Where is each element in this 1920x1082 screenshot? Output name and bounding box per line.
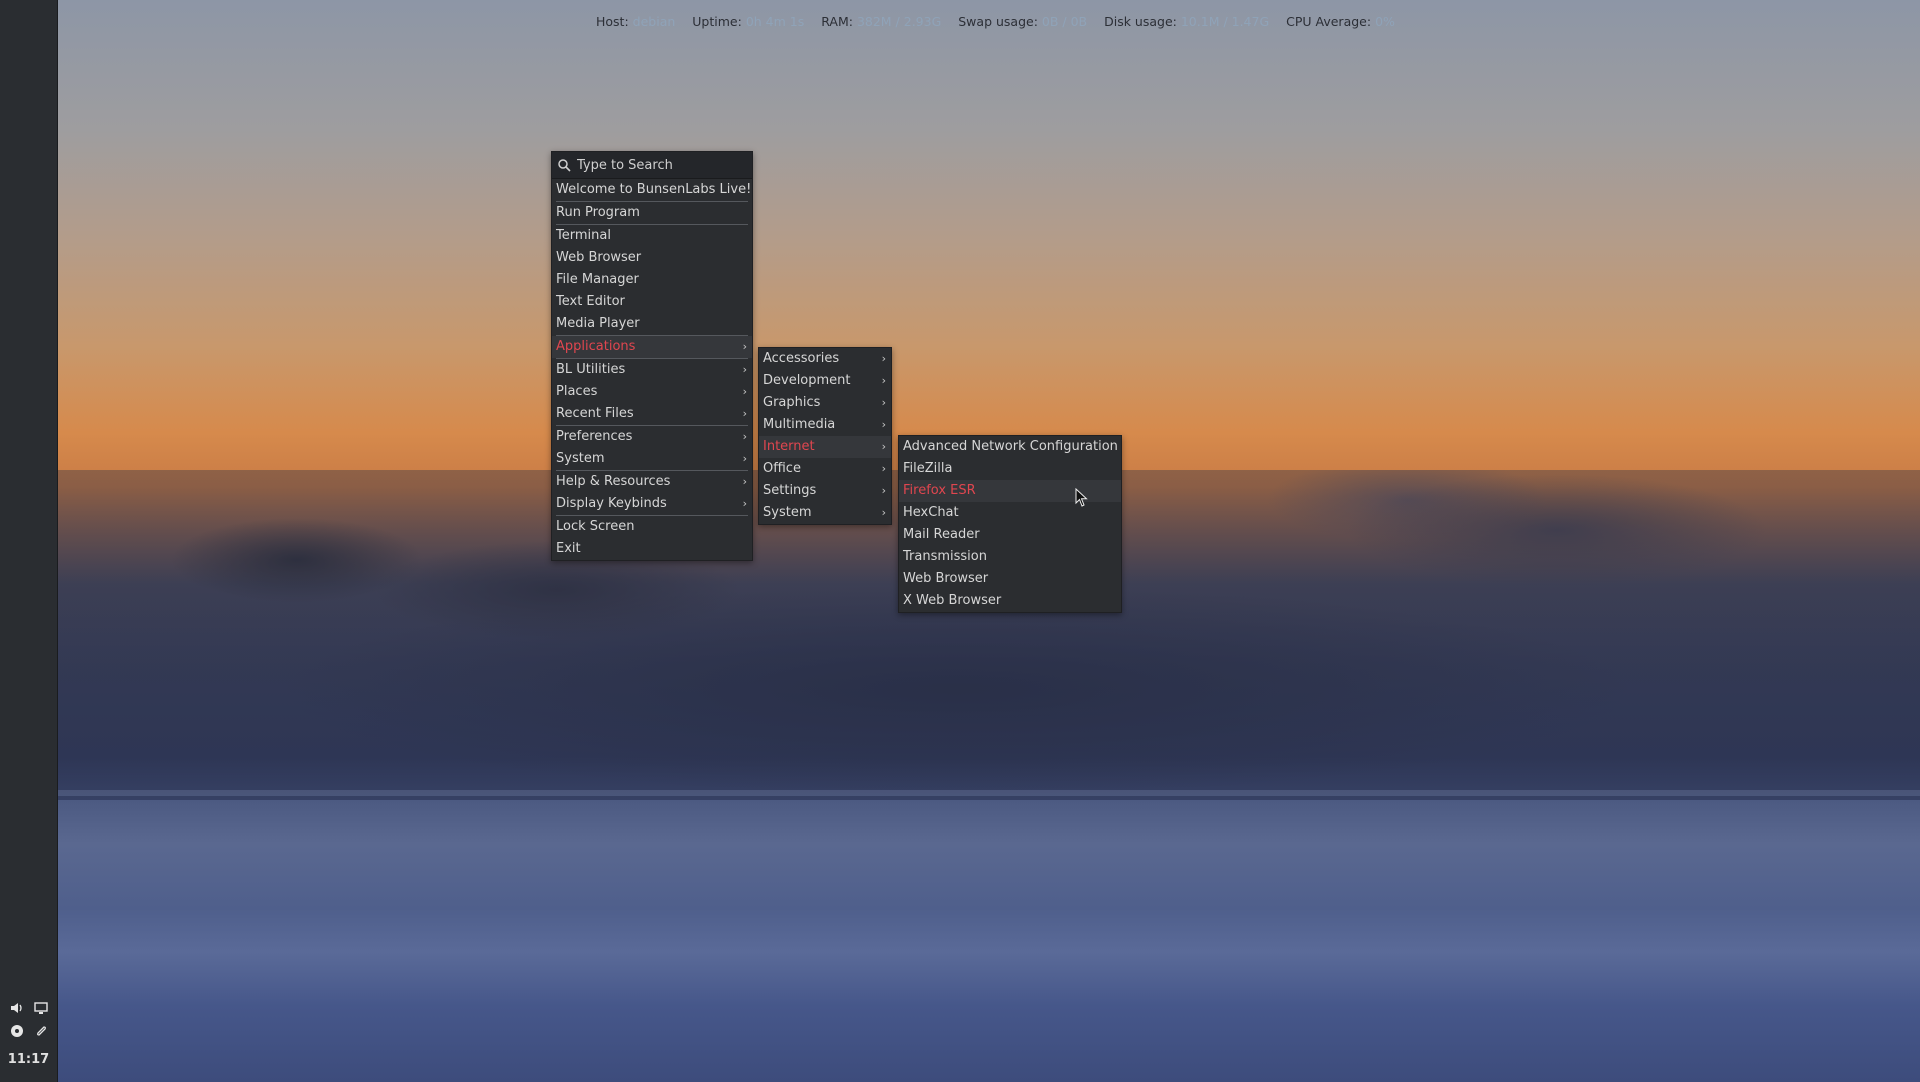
menu-item-welcome[interactable]: Welcome to BunsenLabs Live!	[552, 179, 752, 201]
menu-item-help-resources[interactable]: Help & Resources ›	[552, 471, 752, 493]
conky-swap-value: 0B / 0B	[1041, 14, 1088, 29]
conky-uptime-value: 0h 4m 1s	[745, 14, 805, 29]
internet-item-advanced-network[interactable]: Advanced Network Configuration	[899, 436, 1121, 458]
submenu-item-internet[interactable]: Internet ›	[759, 436, 891, 458]
chevron-right-icon: ›	[742, 497, 747, 510]
menu-item-label: Graphics	[763, 395, 821, 410]
tray-row-2	[0, 1023, 57, 1039]
conky-swap-label: Swap usage:	[958, 14, 1038, 29]
clipboard-icon[interactable]	[33, 1023, 49, 1039]
chevron-right-icon: ›	[881, 352, 886, 365]
menu-item-label: Help & Resources	[556, 474, 671, 489]
menu-item-label: Places	[556, 384, 598, 399]
root-menu: Welcome to BunsenLabs Live! Run Program …	[551, 151, 753, 561]
menu-item-file-manager[interactable]: File Manager	[552, 269, 752, 291]
conky-disk-label: Disk usage:	[1104, 14, 1177, 29]
network-icon[interactable]	[9, 1023, 25, 1039]
menu-item-label: Office	[763, 461, 801, 476]
menu-item-label: Development	[763, 373, 851, 388]
conky-host-label: Host:	[596, 14, 629, 29]
internet-item-x-web-browser[interactable]: X Web Browser	[899, 590, 1121, 612]
menu-item-run-program[interactable]: Run Program	[552, 202, 752, 224]
internet-submenu: Advanced Network Configuration FileZilla…	[898, 435, 1122, 613]
menu-item-label: Accessories	[763, 351, 840, 366]
chevron-right-icon: ›	[881, 418, 886, 431]
menu-item-label: Preferences	[556, 429, 633, 444]
menu-item-label: Multimedia	[763, 417, 836, 432]
chevron-right-icon: ›	[742, 452, 747, 465]
menu-item-text-editor[interactable]: Text Editor	[552, 291, 752, 313]
internet-item-web-browser[interactable]: Web Browser	[899, 568, 1121, 590]
menu-item-label: Recent Files	[556, 406, 634, 421]
side-panel: 11:17	[0, 0, 58, 1082]
chevron-right-icon: ›	[881, 462, 886, 475]
menu-item-label: System	[763, 505, 812, 520]
conky-cpu-value: 0%	[1375, 14, 1395, 29]
menu-item-recent-files[interactable]: Recent Files ›	[552, 403, 752, 425]
menu-item-system[interactable]: System ›	[552, 448, 752, 470]
chevron-right-icon: ›	[742, 407, 747, 420]
menu-item-applications[interactable]: Applications ›	[552, 336, 752, 358]
display-icon[interactable]	[33, 1000, 49, 1016]
submenu-item-multimedia[interactable]: Multimedia ›	[759, 414, 891, 436]
menu-item-label: Settings	[763, 483, 817, 498]
chevron-right-icon: ›	[881, 506, 886, 519]
menu-item-label: Display Keybinds	[556, 496, 667, 511]
conky-cpu-label: CPU Average:	[1286, 14, 1372, 29]
chevron-right-icon: ›	[881, 484, 886, 497]
menu-item-label: System	[556, 451, 605, 466]
conky-uptime-label: Uptime:	[692, 14, 742, 29]
menu-item-label: Applications	[556, 339, 636, 354]
chevron-right-icon: ›	[742, 475, 747, 488]
menu-item-preferences[interactable]: Preferences ›	[552, 426, 752, 448]
chevron-right-icon: ›	[881, 374, 886, 387]
submenu-item-development[interactable]: Development ›	[759, 370, 891, 392]
panel-clock[interactable]: 11:17	[0, 1052, 57, 1067]
menu-item-lock-screen[interactable]: Lock Screen	[552, 516, 752, 538]
menu-search[interactable]	[552, 152, 752, 179]
menu-item-display-keybinds[interactable]: Display Keybinds ›	[552, 493, 752, 515]
submenu-item-settings[interactable]: Settings ›	[759, 480, 891, 502]
menu-item-bl-utilities[interactable]: BL Utilities ›	[552, 359, 752, 381]
submenu-item-graphics[interactable]: Graphics ›	[759, 392, 891, 414]
menu-item-media-player[interactable]: Media Player	[552, 313, 752, 335]
menu-item-label: BL Utilities	[556, 362, 626, 377]
search-input[interactable]	[577, 157, 737, 173]
menu-item-terminal[interactable]: Terminal	[552, 225, 752, 247]
wallpaper-horizon	[57, 790, 1920, 796]
internet-item-transmission[interactable]: Transmission	[899, 546, 1121, 568]
conky-host-value: debian	[632, 14, 676, 29]
chevron-right-icon: ›	[742, 430, 747, 443]
submenu-item-office[interactable]: Office ›	[759, 458, 891, 480]
menu-item-label: Internet	[763, 439, 815, 454]
tray-row-1	[0, 1000, 57, 1016]
menu-item-exit[interactable]: Exit	[552, 538, 752, 560]
submenu-item-accessories[interactable]: Accessories ›	[759, 348, 891, 370]
internet-item-mail-reader[interactable]: Mail Reader	[899, 524, 1121, 546]
applications-submenu: Accessories › Development › Graphics › Mult…	[758, 347, 892, 525]
conky-ram-label: RAM:	[821, 14, 853, 29]
chevron-right-icon: ›	[742, 363, 747, 376]
chevron-right-icon: ›	[881, 396, 886, 409]
conky-system-info: Host: debian Uptime: 0h 4m 1s RAM: 382M …	[596, 14, 1408, 29]
conky-ram-value: 382M / 2.93G	[856, 14, 942, 29]
volume-icon[interactable]	[9, 1000, 25, 1016]
chevron-right-icon: ›	[742, 340, 747, 353]
conky-disk-value: 10.1M / 1.47G	[1180, 14, 1270, 29]
search-icon	[558, 158, 571, 172]
menu-item-web-browser[interactable]: Web Browser	[552, 247, 752, 269]
internet-item-filezilla[interactable]: FileZilla	[899, 458, 1121, 480]
mouse-pointer-icon	[1075, 488, 1088, 507]
chevron-right-icon: ›	[881, 440, 886, 453]
submenu-item-system[interactable]: System ›	[759, 502, 891, 524]
menu-item-places[interactable]: Places ›	[552, 381, 752, 403]
chevron-right-icon: ›	[742, 385, 747, 398]
